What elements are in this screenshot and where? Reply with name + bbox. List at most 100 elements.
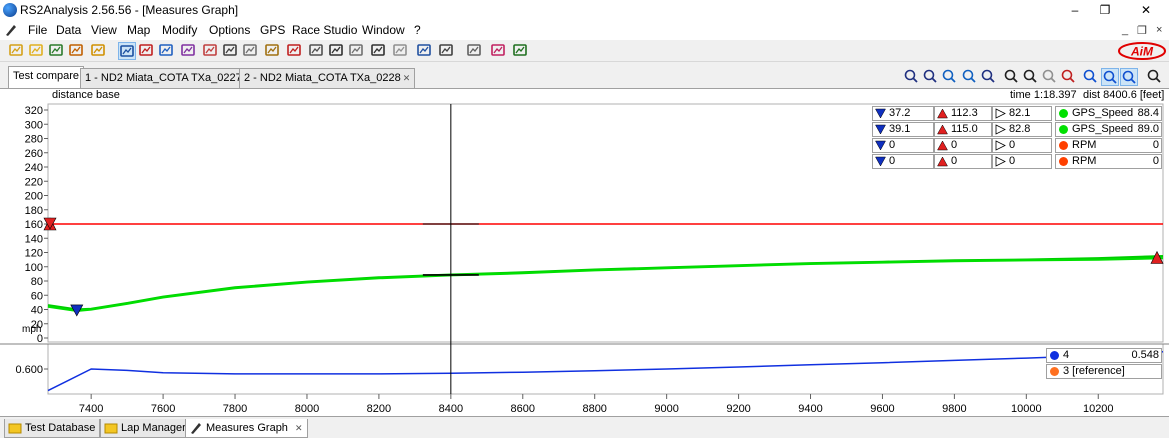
lower-legend-value: 0.548 xyxy=(1131,349,1159,361)
lower-pane[interactable] xyxy=(47,343,1164,395)
track-report-icon[interactable] xyxy=(264,42,282,60)
restore-button[interactable]: ❐ xyxy=(1090,2,1120,18)
y-axis-label: mph xyxy=(22,324,41,335)
zoom-out-icon[interactable] xyxy=(980,68,998,86)
wrench-icon[interactable] xyxy=(1146,68,1164,86)
logo-text: AiM xyxy=(1130,45,1154,59)
y-tick-label: 200 xyxy=(25,191,43,203)
zoom-icon[interactable] xyxy=(922,68,940,86)
mdi-close-button[interactable]: × xyxy=(1156,24,1162,36)
legend-current-cell: 0 xyxy=(992,154,1052,169)
legend-channel-cell[interactable]: GPS_Speed 88.4 xyxy=(1055,106,1162,121)
zoom-3d-icon[interactable] xyxy=(903,68,921,86)
tab-test-database[interactable]: Test Database xyxy=(4,419,101,438)
mdi-minimize-button[interactable]: _ xyxy=(1122,24,1128,36)
max-triangle-icon xyxy=(937,156,948,167)
legend-current-value: 0 xyxy=(1009,139,1016,151)
download-icon[interactable] xyxy=(48,42,66,60)
menu-window[interactable]: Window xyxy=(362,23,405,37)
fit-icon[interactable] xyxy=(1022,68,1040,86)
track-down-icon[interactable] xyxy=(961,68,979,86)
x-tick-label: 10200 xyxy=(1083,403,1114,415)
table-icon[interactable] xyxy=(242,42,260,60)
x-tick-label: 9200 xyxy=(726,403,750,415)
menu-modify[interactable]: Modify xyxy=(162,23,197,37)
shape-icon[interactable] xyxy=(348,42,366,60)
math-icon[interactable] xyxy=(328,42,346,60)
legend-row[interactable]: 0 0 0 RPM 0 xyxy=(872,154,1162,169)
track-up-icon[interactable] xyxy=(941,68,959,86)
lower-legend-cell[interactable]: 3 [reference] xyxy=(1046,364,1162,379)
minimize-button[interactable]: – xyxy=(1060,2,1090,18)
close-tab-icon[interactable]: ✕ xyxy=(295,423,303,433)
xy-icon[interactable] xyxy=(180,42,198,60)
graph-icon[interactable] xyxy=(490,42,508,60)
x-tick-label: 9400 xyxy=(798,403,822,415)
legend-max-value: 112.3 xyxy=(951,107,978,119)
triangle-icon[interactable] xyxy=(1060,68,1078,86)
layout-1-icon[interactable] xyxy=(1082,68,1100,86)
menu-view[interactable]: View xyxy=(91,23,117,37)
menu-map[interactable]: Map xyxy=(127,23,150,37)
y-tick-label: 180 xyxy=(25,205,43,217)
tab-measures-graph[interactable]: Measures Graph ✕ xyxy=(185,419,308,438)
tab-session-0227[interactable]: 1 - ND2 Miata_COTA TXa_0227✕ xyxy=(80,68,257,88)
screen-icon[interactable] xyxy=(512,42,530,60)
layout-3-icon[interactable] xyxy=(1120,68,1138,86)
shoe-icon[interactable] xyxy=(1041,68,1059,86)
menu-file[interactable]: File xyxy=(28,23,47,37)
menu-help[interactable]: ? xyxy=(414,23,421,37)
mdi-restore-button[interactable]: ❐ xyxy=(1137,24,1147,37)
lower-legend-name: 4 xyxy=(1063,349,1070,361)
gauge-icon[interactable] xyxy=(286,42,304,60)
histogram-icon[interactable] xyxy=(202,42,220,60)
tab-test-compare[interactable]: Test compare xyxy=(8,66,85,88)
lower-legend-row[interactable]: 4 0.548 xyxy=(1046,348,1162,363)
legend-channel-cell[interactable]: GPS_Speed 89.0 xyxy=(1055,122,1162,137)
menu-gps[interactable]: GPS xyxy=(260,23,285,37)
y-tick-label: 280 xyxy=(25,134,43,146)
pen-icon xyxy=(6,25,16,36)
close-button[interactable]: ✕ xyxy=(1131,2,1161,18)
report-icon[interactable] xyxy=(222,42,240,60)
preview-icon[interactable] xyxy=(416,42,434,60)
shoe-icon[interactable] xyxy=(392,42,410,60)
legend-row[interactable]: 39.1 115.0 82.8 GPS_Speed 89.0 xyxy=(872,122,1162,137)
filter-icon[interactable] xyxy=(90,42,108,60)
time-icon[interactable] xyxy=(1003,68,1021,86)
legend-current-cell: 0 xyxy=(992,138,1052,153)
open-folder-icon[interactable] xyxy=(8,42,26,60)
lower-legend-cell[interactable]: 4 0.548 xyxy=(1046,348,1162,363)
tools-icon[interactable] xyxy=(308,42,326,60)
x-tick-label: 9800 xyxy=(942,403,966,415)
x-tick-label: 7600 xyxy=(151,403,175,415)
legend-row[interactable]: 37.2 112.3 82.1 GPS_Speed 88.4 xyxy=(872,106,1162,121)
measures-graph[interactable]: 0 20 40 60 80 100 120 140 160 180 200 220 240 260 280 3… xyxy=(0,102,1169,416)
open-icon[interactable] xyxy=(28,42,46,60)
legend-channel-cell[interactable]: RPM 0 xyxy=(1055,154,1162,169)
calc-icon[interactable] xyxy=(466,42,484,60)
layout-2-icon[interactable] xyxy=(1101,68,1119,86)
legend-channel-cell[interactable]: RPM 0 xyxy=(1055,138,1162,153)
y-tick-label: 260 xyxy=(25,148,43,160)
import-icon[interactable] xyxy=(68,42,86,60)
eraser-icon[interactable] xyxy=(370,42,388,60)
menu-options[interactable]: Options xyxy=(209,23,250,37)
y-tick-label: 40 xyxy=(31,305,43,317)
legend-channel-name: GPS_Speed xyxy=(1072,107,1134,119)
current-triangle-icon xyxy=(995,108,1006,119)
split-icon[interactable] xyxy=(158,42,176,60)
legend-current-cell: 82.1 xyxy=(992,106,1052,121)
close-tab-icon[interactable]: ✕ xyxy=(403,73,411,83)
channel-icon[interactable] xyxy=(138,42,156,60)
print-icon[interactable] xyxy=(438,42,456,60)
menu-data[interactable]: Data xyxy=(56,23,81,37)
legend-channel-value: 0 xyxy=(1152,155,1159,167)
lower-legend-row[interactable]: 3 [reference] xyxy=(1046,364,1162,379)
measures-graph-icon[interactable] xyxy=(118,42,136,60)
menu-race-studio[interactable]: Race Studio xyxy=(292,23,357,37)
y-tick-label: 160 xyxy=(25,219,43,231)
legend-row[interactable]: 0 0 0 RPM 0 xyxy=(872,138,1162,153)
tab-session-0228[interactable]: 2 - ND2 Miata_COTA TXa_0228 ✕ xyxy=(239,68,416,88)
tab-lap-manager[interactable]: Lap Manager xyxy=(100,419,191,438)
